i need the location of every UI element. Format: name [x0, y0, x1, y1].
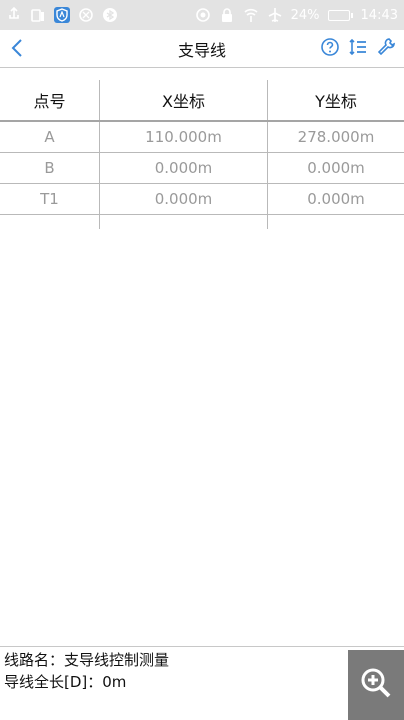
column-header-y: Y坐标	[315, 92, 357, 111]
table-header-row: 点号 X坐标 Y坐标	[0, 80, 404, 122]
status-bar: 24% 14:43	[0, 0, 404, 30]
back-icon[interactable]	[6, 34, 30, 62]
app-header: 支导线	[0, 30, 404, 68]
empty-cell	[268, 215, 404, 229]
bluetooth-icon	[102, 7, 118, 23]
traverse-length: 导线全长[D]：0m	[4, 673, 127, 691]
table-row[interactable]: T1 0.000m 0.000m	[0, 184, 404, 215]
usb-icon	[6, 7, 22, 23]
sync-icon	[78, 7, 94, 23]
cell-y[interactable]: 0.000m	[268, 153, 404, 183]
footer-info: 线路名：支导线控制测量 导线全长[D]：0m	[0, 646, 404, 720]
empty-cell	[100, 215, 268, 229]
lock-icon	[219, 7, 235, 23]
table-row[interactable]: A 110.000m 278.000m	[0, 122, 404, 153]
shield-icon	[54, 7, 70, 23]
table-row[interactable]: B 0.000m 0.000m	[0, 153, 404, 184]
cell-x[interactable]: 110.000m	[100, 122, 268, 152]
coordinate-table: 点号 X坐标 Y坐标 A 110.000m 278.000m B 0.000m …	[0, 80, 404, 229]
clock: 14:43	[360, 7, 398, 23]
route-name: 线路名：支导线控制测量	[4, 651, 170, 669]
settings-icon[interactable]	[376, 36, 396, 58]
empty-cell	[0, 215, 100, 229]
battery-icon	[327, 9, 353, 21]
signal-icon	[243, 7, 259, 23]
table-empty-row	[0, 215, 404, 229]
cell-point[interactable]: A	[0, 122, 100, 152]
column-header-x: X坐标	[100, 80, 268, 120]
cell-x[interactable]: 0.000m	[100, 184, 268, 214]
airplane-icon	[267, 7, 283, 23]
cell-x[interactable]: 0.000m	[100, 153, 268, 183]
cell-y[interactable]: 0.000m	[268, 184, 404, 214]
target-icon	[195, 7, 211, 23]
column-header-point: 点号	[0, 80, 100, 120]
list-icon[interactable]	[348, 36, 368, 58]
cell-point[interactable]: B	[0, 153, 100, 183]
cell-point[interactable]: T1	[0, 184, 100, 214]
zoom-in-icon	[359, 666, 393, 704]
battery-percent: 24%	[290, 7, 320, 23]
cell-y[interactable]: 278.000m	[268, 122, 404, 152]
zoom-in-button[interactable]	[348, 650, 404, 720]
sim-icon	[30, 7, 46, 23]
help-icon[interactable]	[320, 36, 340, 58]
